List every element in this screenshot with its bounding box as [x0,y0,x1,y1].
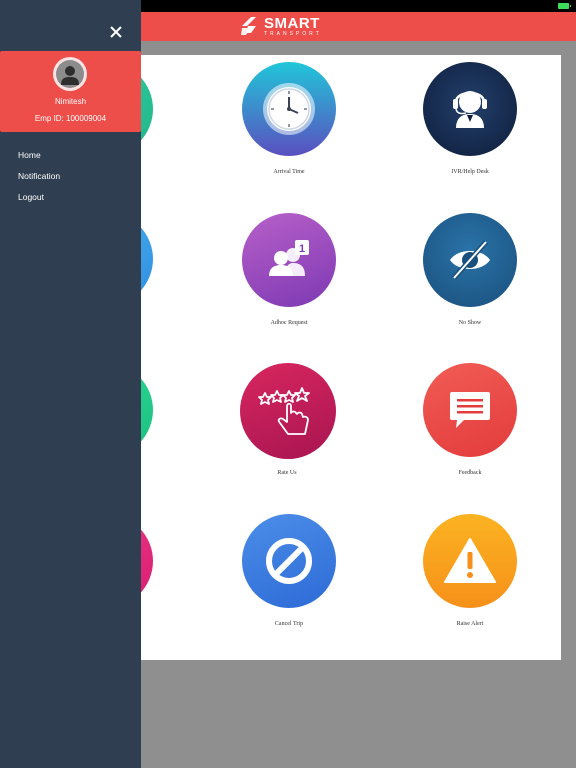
tile-label: Arrival Time [273,169,305,175]
tile-label: No Show [458,320,482,326]
logo-text: SMART [264,14,320,32]
tile-label: Adhoc Request [270,320,308,326]
rate-stars-icon [258,387,310,435]
battery-icon [558,3,571,9]
logo-icon [241,17,256,35]
tile-arrival-time[interactable]: Arrival Time [218,62,358,182]
logo-subtext: TRANSPORT [264,30,322,37]
menu-item-notification[interactable]: Notification [0,167,141,188]
tile-label: Cancel Trip [274,621,304,627]
avatar [53,57,87,91]
cancel-icon [266,538,312,584]
tile-rate-us[interactable]: Rate Us [216,363,356,483]
tile-label: Rate Us [277,470,297,476]
drawer-header [0,0,141,51]
menu-item-home[interactable]: Home [0,146,141,167]
user-profile-card: Nimitesh Emp ID: 100009004 [0,51,141,132]
user-icon [61,66,79,85]
close-icon[interactable] [108,24,124,40]
employee-id: Emp ID: 100009004 [34,114,107,123]
user-name: Nimitesh [54,97,87,106]
tile-ivr-help-desk[interactable]: IVR/Help Desk [399,62,539,182]
tile-label: Raise Alert [456,621,484,627]
drawer-menu: Home Notification Logout [0,146,141,209]
tile-adhoc-request[interactable]: 1 Adhoc Request [218,213,358,333]
tile-label: IVR/Help Desk [451,169,489,175]
tile-raise-alert[interactable]: Raise Alert [399,514,539,634]
clock-icon [263,83,315,135]
tile-feedback[interactable]: Feedback [399,363,539,483]
eye-slash-icon [450,240,490,280]
tile-cancel-trip[interactable]: Cancel Trip [218,514,358,634]
alert-icon [444,538,496,583]
adhoc-users-icon: 1 [269,240,309,276]
tile-no-show[interactable]: No Show [399,213,539,333]
tile-label: Feedback [458,470,482,476]
menu-item-logout[interactable]: Logout [0,188,141,209]
headset-icon [453,91,487,128]
nav-drawer: Nimitesh Emp ID: 100009004 Home Notifica… [0,0,141,768]
feedback-icon [450,392,490,428]
svg-text:1: 1 [299,243,305,255]
app-logo: SMART TRANSPORT [238,15,322,37]
